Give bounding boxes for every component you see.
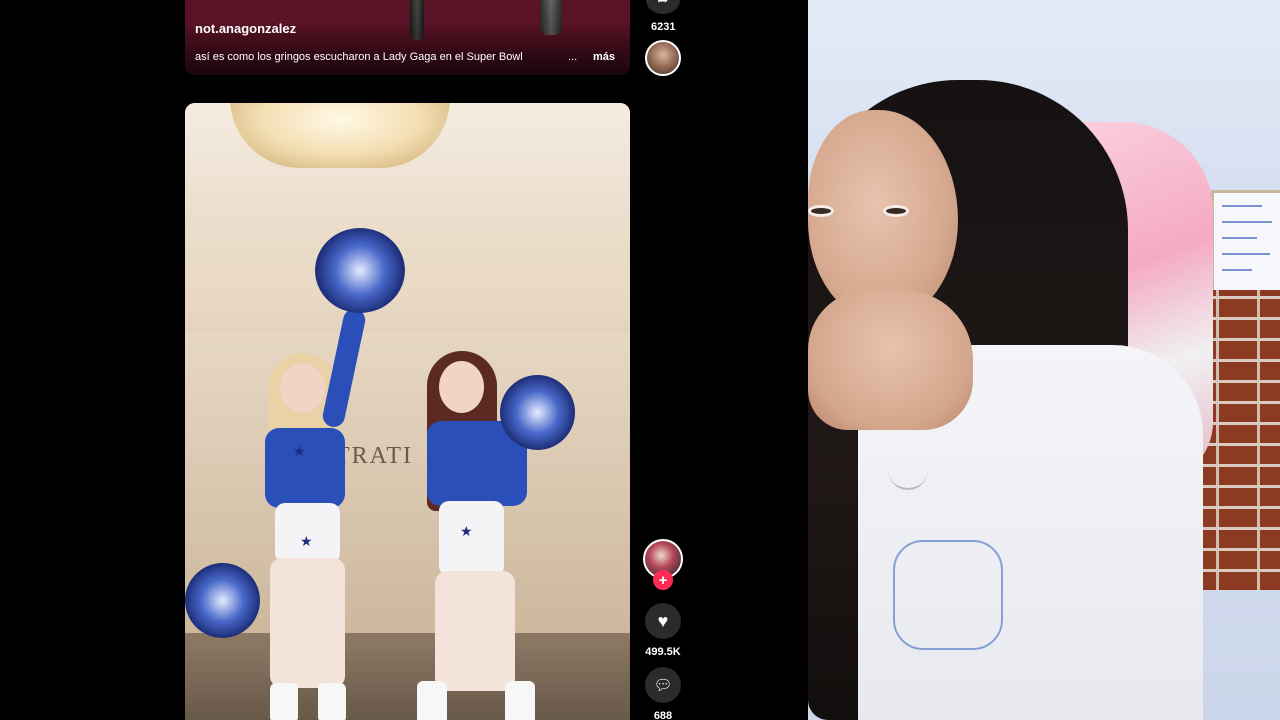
heart-icon: ♥: [657, 610, 669, 631]
like-count: 499.5K: [645, 646, 681, 658]
webcam-person-hand: [808, 290, 973, 430]
video-author-name[interactable]: not.anagonzalez: [195, 21, 296, 36]
screen: not.anagonzalez así es como los gringos …: [0, 0, 1280, 720]
caption-more-button[interactable]: más: [593, 51, 615, 63]
webcam-feed: [808, 0, 1280, 720]
like-button[interactable]: ♥: [645, 603, 681, 639]
video-star: ★: [460, 523, 473, 539]
video-star: ★: [293, 443, 306, 459]
comment-bubble-icon: 💬︎: [653, 677, 673, 694]
comment-button[interactable]: 💬︎: [645, 667, 681, 703]
follow-plus-icon[interactable]: +: [653, 570, 673, 590]
video-caption: así es como los gringos escucharon a Lad…: [195, 51, 523, 63]
tiktok-feed: not.anagonzalez así es como los gringos …: [0, 0, 808, 720]
comment-count: 688: [653, 710, 673, 720]
video-star: ★: [300, 533, 313, 549]
webcam-whiteboard: [1211, 190, 1280, 298]
webcam-person-eye: [883, 205, 909, 217]
current-video-card[interactable]: TRATI ★ ★ ★: [185, 103, 630, 720]
author-avatar[interactable]: [645, 40, 681, 76]
webcam-person-eye: [808, 205, 834, 217]
webcam-shirt-print: [893, 540, 1003, 650]
share-count: 6231: [651, 21, 676, 33]
video-pompom: [185, 563, 260, 638]
video-pompom: [315, 228, 405, 313]
video-pompom: [500, 375, 575, 450]
caption-ellipsis: ...: [568, 51, 578, 63]
previous-video-card[interactable]: not.anagonzalez así es como los gringos …: [185, 0, 630, 75]
share-arrow-icon[interactable]: ➦: [646, 0, 680, 14]
